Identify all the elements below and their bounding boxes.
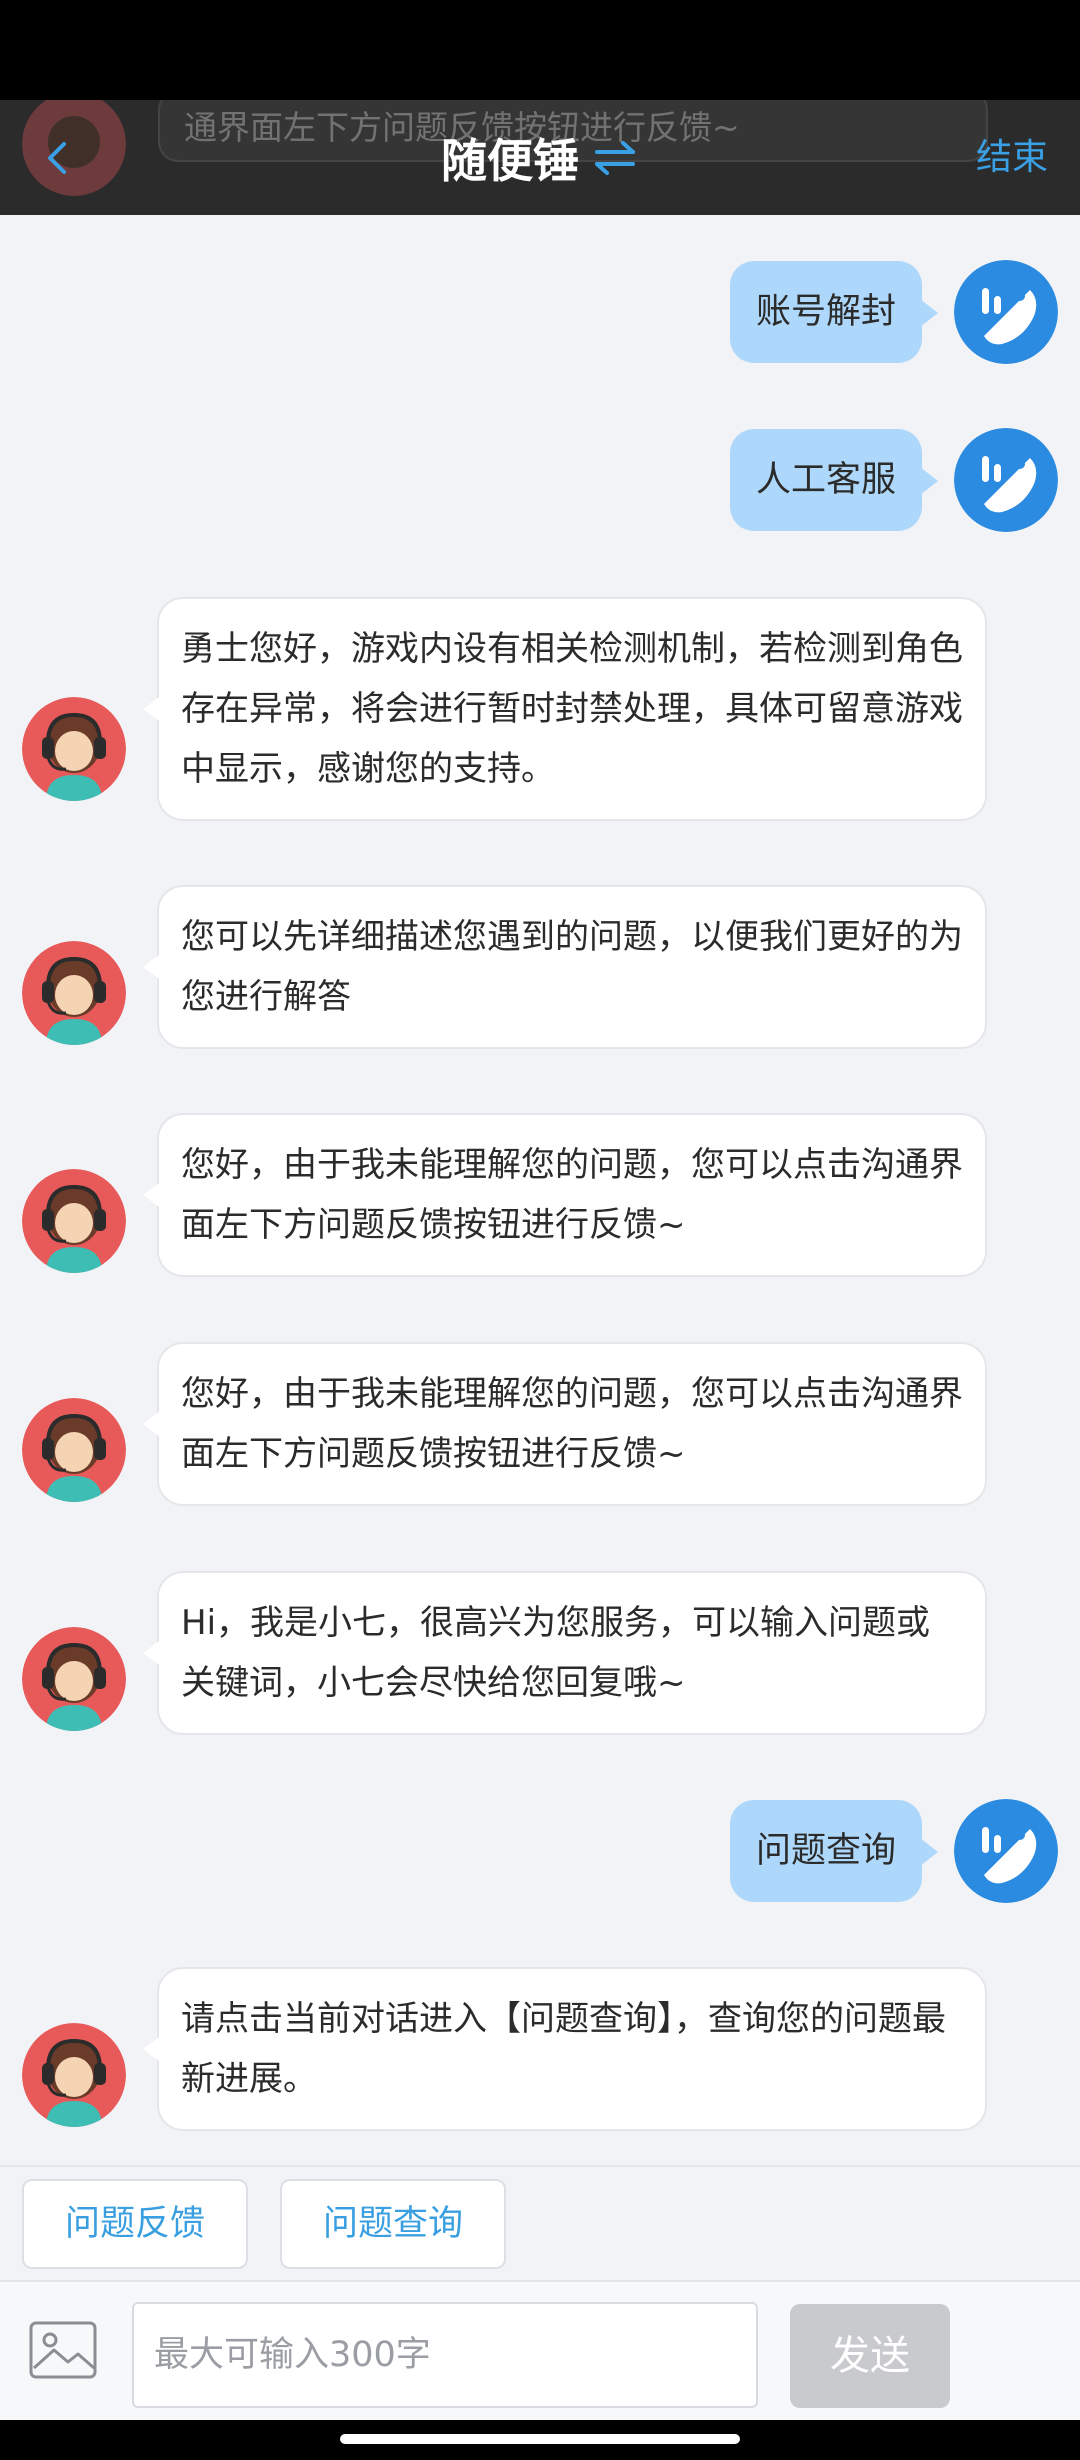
- agent-headset-icon: [22, 2023, 126, 2127]
- agent-message-bubble: Hi，我是小七，很高兴为您服务，可以输入问题或关键词，小七会尽快给您回复哦~: [143, 1571, 987, 1735]
- input-bar: 发送: [0, 2280, 1080, 2420]
- agent-message-row: 您可以先详细描述您遇到的问题，以便我们更好的为您进行解答: [0, 885, 1080, 1049]
- image-icon[interactable]: [28, 2320, 98, 2380]
- back-button[interactable]: [26, 126, 90, 190]
- agent-message-row: Hi，我是小七，很高兴为您服务，可以输入问题或关键词，小七会尽快给您回复哦~: [0, 1571, 1080, 1735]
- user-message-row: 人工客服: [0, 428, 1080, 532]
- agent-message-bubble: 您好，由于我未能理解您的问题，您可以点击沟通界面左下方问题反馈按钮进行反馈~: [143, 1342, 987, 1506]
- chat-scroll-area[interactable]: 账号解封 人工客服 勇士您好，游戏内设有相关检测机制，若检测到角色存在异常，将会…: [0, 215, 1080, 2165]
- phone-logo-icon: [954, 428, 1058, 532]
- status-bar: [0, 0, 1080, 100]
- quick-action-bar: 问题反馈 问题查询: [0, 2165, 1080, 2280]
- agent-message-bubble: 勇士您好，游戏内设有相关检测机制，若检测到角色存在异常，将会进行暂时封禁处理，具…: [143, 597, 987, 821]
- phone-logo-icon: [954, 260, 1058, 364]
- home-indicator[interactable]: [340, 2434, 740, 2444]
- back-chevron-icon: [48, 142, 66, 174]
- user-message-row: 问题查询: [0, 1799, 1080, 1903]
- user-message-bubble: 人工客服: [729, 429, 939, 531]
- end-chat-button[interactable]: 结束: [976, 100, 1048, 215]
- page-title[interactable]: 随便锤: [441, 125, 579, 191]
- agent-headset-icon: [22, 941, 126, 1045]
- agent-headset-icon: [22, 1398, 126, 1502]
- agent-message-bubble: 您可以先详细描述您遇到的问题，以便我们更好的为您进行解答: [143, 885, 987, 1049]
- user-message-bubble: 问题查询: [729, 1800, 939, 1902]
- agent-message-row: 您好，由于我未能理解您的问题，您可以点击沟通界面左下方问题反馈按钮进行反馈~: [0, 1113, 1080, 1277]
- agent-message-row: 请点击当前对话进入【问题查询】，查询您的问题最新进展。: [0, 1967, 1080, 2131]
- phone-logo-icon: [954, 1799, 1058, 1903]
- agent-message-row: 您好，由于我未能理解您的问题，您可以点击沟通界面左下方问题反馈按钮进行反馈~: [0, 1342, 1080, 1506]
- message-input[interactable]: [132, 2302, 758, 2408]
- query-button[interactable]: 问题查询: [280, 2179, 506, 2269]
- user-message-bubble: 账号解封: [729, 261, 939, 363]
- agent-message-bubble: 请点击当前对话进入【问题查询】，查询您的问题最新进展。: [143, 1967, 987, 2131]
- switch-arrows-icon[interactable]: [591, 138, 639, 178]
- system-nav-bar: [0, 2420, 1080, 2460]
- agent-headset-icon: [22, 1627, 126, 1731]
- agent-message-row: 勇士您好，游戏内设有相关检测机制，若检测到角色存在异常，将会进行暂时封禁处理，具…: [0, 597, 1080, 821]
- agent-headset-icon: [22, 697, 126, 801]
- agent-headset-icon: [22, 1169, 126, 1273]
- user-message-row: 账号解封: [0, 260, 1080, 364]
- agent-message-bubble: 您好，由于我未能理解您的问题，您可以点击沟通界面左下方问题反馈按钮进行反馈~: [143, 1113, 987, 1277]
- send-button[interactable]: 发送: [790, 2304, 950, 2408]
- feedback-button[interactable]: 问题反馈: [22, 2179, 248, 2269]
- top-bar: 通界面左下方问题反馈按钮进行反馈~ 随便锤 结束: [0, 100, 1080, 215]
